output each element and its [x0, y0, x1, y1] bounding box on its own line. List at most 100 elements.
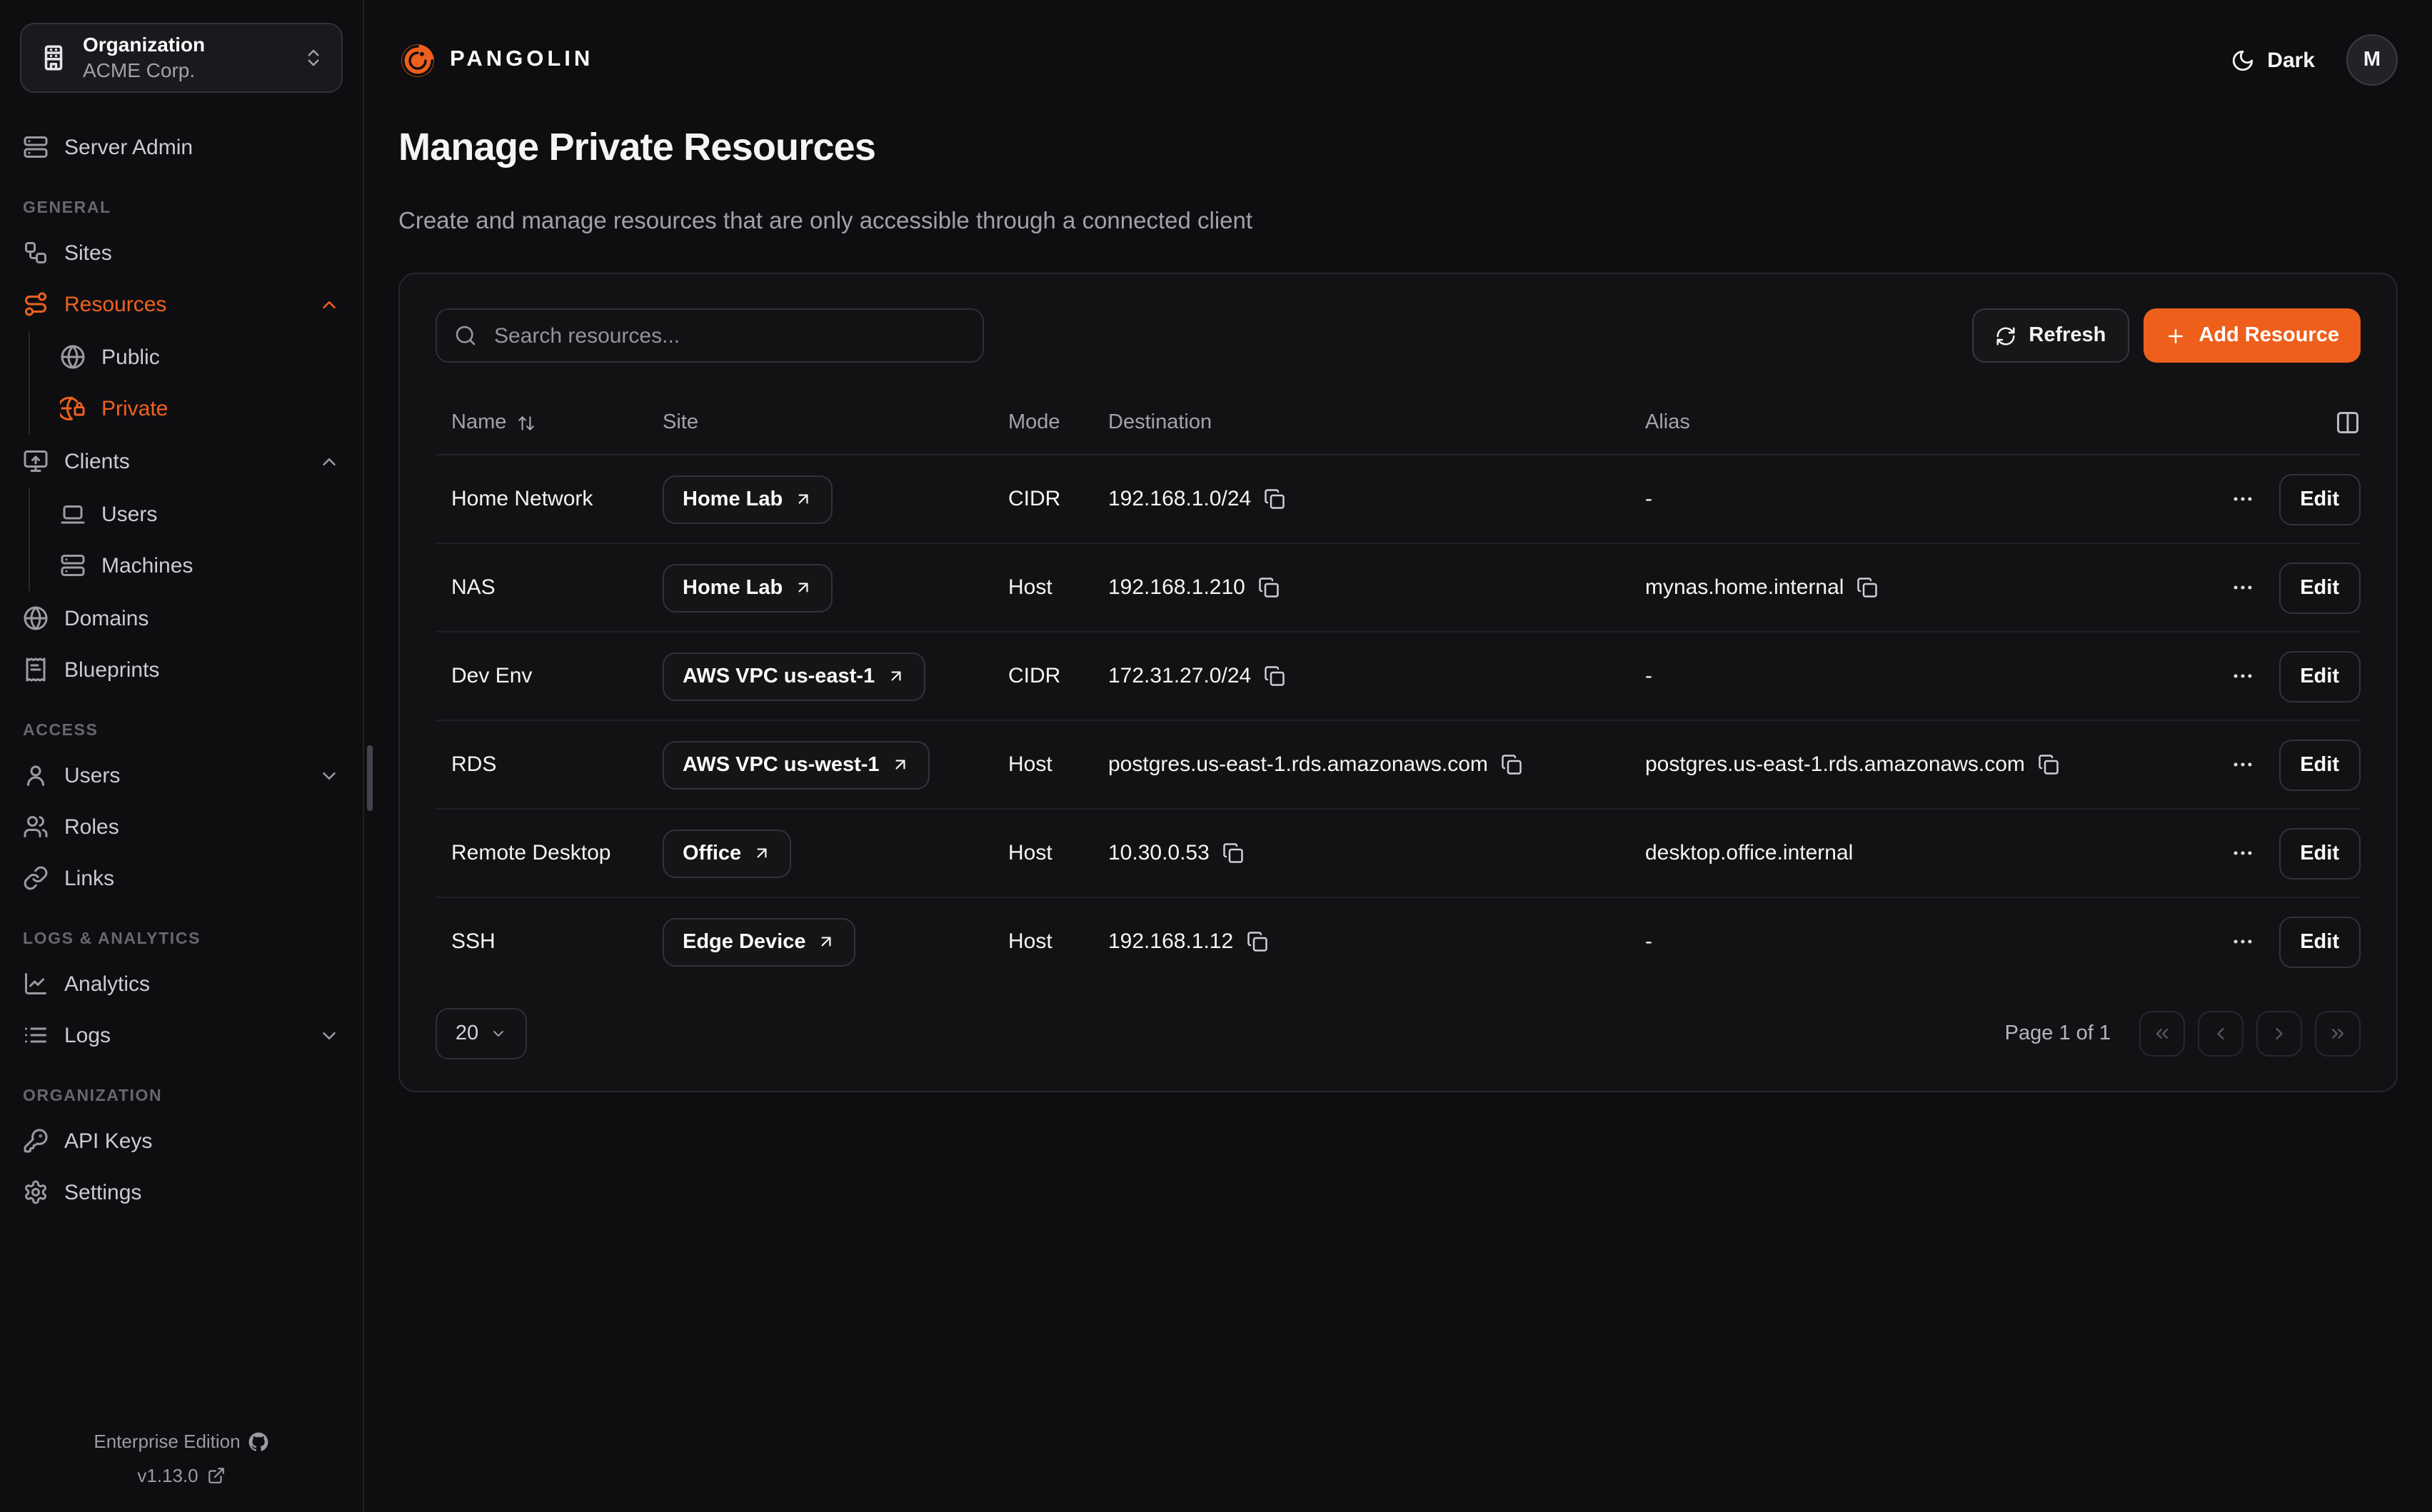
sidebar-item-client-users[interactable]: Users	[30, 490, 363, 538]
sidebar-item-api-keys[interactable]: API Keys	[0, 1117, 363, 1165]
site-link-button[interactable]: AWS VPC us-east-1	[663, 652, 925, 700]
mode-cell: Host	[1008, 752, 1108, 777]
resources-subnav: Public Private	[29, 331, 363, 434]
row-actions: Edit	[2146, 916, 2361, 967]
org-selector[interactable]: Organization ACME Corp.	[20, 23, 343, 93]
site-link-button[interactable]: Edge Device	[663, 917, 856, 966]
destination-copy-icon[interactable]	[1264, 665, 1285, 687]
destination-copy-icon[interactable]	[1222, 842, 1244, 864]
resources-card: Refresh Add Resource Name Site Mode Dest…	[398, 273, 2398, 1092]
ellipsis-icon[interactable]	[2230, 487, 2254, 511]
mode-cell: Host	[1008, 841, 1108, 865]
receipt-icon	[23, 657, 49, 682]
alias-copy-icon[interactable]	[2038, 754, 2059, 775]
main-content: PANGOLIN Dark M Manage Private Resources…	[364, 0, 2432, 1512]
first-page-button[interactable]	[2139, 1011, 2185, 1057]
destination-copy-icon[interactable]	[1246, 931, 1267, 952]
link-icon	[23, 865, 49, 891]
edit-button[interactable]: Edit	[2278, 650, 2361, 702]
refresh-button[interactable]: Refresh	[1971, 308, 2129, 363]
table-row: Remote Desktop Office Host 10.30.0.53 de…	[436, 808, 2361, 897]
sidebar-item-blueprints[interactable]: Blueprints	[0, 645, 363, 694]
ellipsis-icon[interactable]	[2230, 575, 2254, 600]
laptop-icon	[60, 501, 86, 527]
sidebar: Organization ACME Corp. Server Admin GEN…	[0, 0, 364, 1512]
edit-button[interactable]: Edit	[2278, 827, 2361, 879]
last-page-button[interactable]	[2315, 1011, 2361, 1057]
sidebar-item-roles[interactable]: Roles	[0, 802, 363, 851]
sidebar-item-analytics[interactable]: Analytics	[0, 959, 363, 1008]
destination-copy-icon[interactable]	[1264, 488, 1285, 510]
avatar[interactable]: M	[2346, 34, 2398, 86]
table-row: Dev Env AWS VPC us-east-1 CIDR 172.31.27…	[436, 631, 2361, 720]
chevron-down-icon[interactable]	[318, 1024, 340, 1046]
sidebar-item-client-machines[interactable]: Machines	[30, 541, 363, 590]
sidebar-item-domains[interactable]: Domains	[0, 594, 363, 642]
edit-button[interactable]: Edit	[2278, 739, 2361, 790]
chevron-down-icon[interactable]	[318, 765, 340, 786]
search-input[interactable]	[491, 322, 965, 349]
edit-button[interactable]: Edit	[2278, 916, 2361, 967]
resource-name-cell: NAS	[436, 575, 663, 600]
brand[interactable]: PANGOLIN	[398, 41, 593, 79]
site-link-button[interactable]: AWS VPC us-west-1	[663, 740, 930, 789]
chevrons-up-down-icon	[303, 47, 324, 69]
sidebar-item-resources[interactable]: Resources	[0, 280, 363, 328]
destination-cell: 192.168.1.12	[1108, 929, 1645, 954]
table-row: NAS Home Lab Host 192.168.1.210 mynas.ho…	[436, 543, 2361, 631]
alias-copy-icon[interactable]	[1856, 577, 1878, 598]
sidebar-item-logs[interactable]: Logs	[0, 1011, 363, 1059]
chevron-up-icon[interactable]	[318, 450, 340, 472]
brand-name: PANGOLIN	[450, 47, 593, 73]
building-icon	[39, 43, 69, 73]
prev-page-button[interactable]	[2198, 1011, 2243, 1057]
ellipsis-icon[interactable]	[2230, 664, 2254, 688]
org-selector-text: Organization ACME Corp.	[83, 33, 205, 83]
destination-copy-icon[interactable]	[1258, 577, 1280, 598]
columns-icon[interactable]	[2335, 410, 2361, 435]
column-header-name[interactable]: Name	[436, 411, 663, 434]
arrow-up-down-icon[interactable]	[516, 413, 535, 432]
resource-name-cell: SSH	[436, 929, 663, 954]
sidebar-item-settings[interactable]: Settings	[0, 1168, 363, 1216]
page-size-select[interactable]: 20	[436, 1008, 527, 1059]
globe-icon	[23, 605, 49, 631]
table-row: RDS AWS VPC us-west-1 Host postgres.us-e…	[436, 720, 2361, 808]
site-cell: AWS VPC us-west-1	[663, 740, 1008, 789]
edit-button[interactable]: Edit	[2278, 562, 2361, 613]
sidebar-item-private[interactable]: Private	[30, 384, 363, 433]
site-link-button[interactable]: Home Lab	[663, 563, 833, 612]
next-page-button[interactable]	[2256, 1011, 2302, 1057]
resource-name-cell: Dev Env	[436, 664, 663, 688]
monitor-up-icon	[23, 448, 49, 474]
sidebar-item-links[interactable]: Links	[0, 854, 363, 902]
alias-cell: -	[1645, 664, 2146, 688]
sidebar-item-clients[interactable]: Clients	[0, 437, 363, 485]
version-line[interactable]: v1.13.0	[0, 1458, 363, 1492]
user-icon	[23, 762, 49, 788]
key-icon	[23, 1128, 49, 1154]
add-resource-button[interactable]: Add Resource	[2143, 308, 2361, 363]
edit-button[interactable]: Edit	[2278, 473, 2361, 525]
sidebar-item-public[interactable]: Public	[30, 333, 363, 381]
github-icon	[249, 1432, 269, 1452]
server-icon	[23, 134, 49, 160]
ellipsis-icon[interactable]	[2230, 752, 2254, 777]
alias-cell: desktop.office.internal	[1645, 841, 2146, 865]
ellipsis-icon[interactable]	[2230, 841, 2254, 865]
chevron-up-icon[interactable]	[318, 293, 340, 315]
section-label-access: ACCESS	[0, 722, 363, 740]
destination-copy-icon[interactable]	[1501, 754, 1522, 775]
site-link-button[interactable]: Office	[663, 829, 791, 877]
site-link-button[interactable]: Home Lab	[663, 475, 833, 523]
sidebar-item-users[interactable]: Users	[0, 751, 363, 800]
resource-name-cell: RDS	[436, 752, 663, 777]
arrow-up-right-icon	[794, 578, 813, 597]
sidebar-item-sites[interactable]: Sites	[0, 228, 363, 277]
sidebar-item-server-admin[interactable]: Server Admin	[0, 123, 363, 171]
ellipsis-icon[interactable]	[2230, 929, 2254, 954]
sidebar-scrollbar-thumb[interactable]	[367, 745, 373, 811]
theme-toggle[interactable]: Dark	[2230, 48, 2315, 72]
edition-line[interactable]: Enterprise Edition	[0, 1425, 363, 1458]
sidebar-footer: Enterprise Edition v1.13.0	[0, 1425, 363, 1492]
